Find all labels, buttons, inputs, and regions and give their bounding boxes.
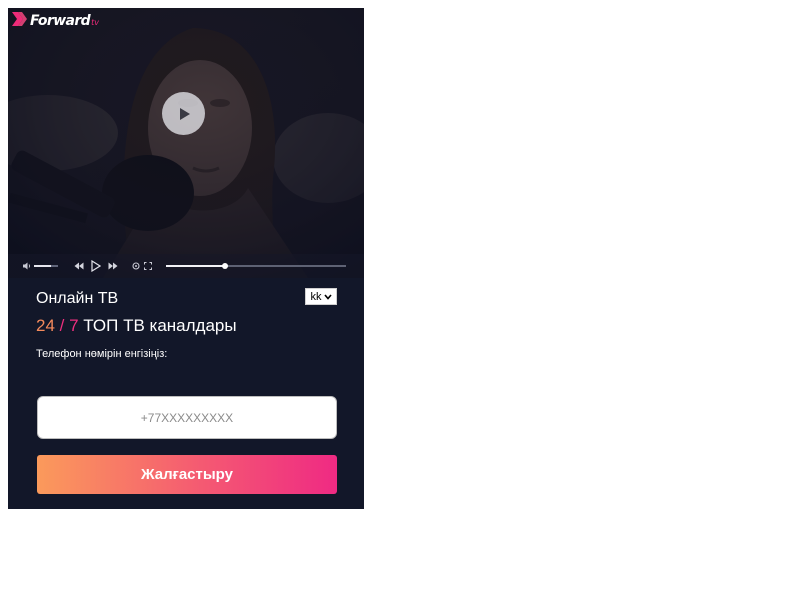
volume-slider[interactable] xyxy=(34,265,58,267)
progress-fill xyxy=(166,265,226,267)
language-select[interactable]: kk xyxy=(305,288,337,305)
logo-suffix: tv xyxy=(91,18,99,27)
settings-icon[interactable] xyxy=(132,262,140,270)
subtitle-slash: / xyxy=(54,316,70,335)
volume-icon[interactable] xyxy=(23,262,33,270)
play-button[interactable] xyxy=(162,92,205,135)
page-title: Онлайн ТВ xyxy=(36,290,119,307)
landing-panel: Forward tv Онлайн ТВ kk 24 / 7 ТОП ТВ ка… xyxy=(8,8,364,509)
progress-handle[interactable] xyxy=(222,263,229,269)
rewind-icon[interactable] xyxy=(74,262,84,270)
progress-bar[interactable] xyxy=(166,263,346,269)
video-controls xyxy=(8,254,364,278)
logo-chevron-icon xyxy=(12,12,27,26)
fullscreen-icon[interactable] xyxy=(144,262,152,270)
chevron-down-icon xyxy=(323,293,332,300)
volume-level xyxy=(34,265,51,267)
phone-field-label: Телефон нөмірін енгізіңіз: xyxy=(36,348,168,360)
subtitle: 24 / 7 ТОП ТВ каналдары xyxy=(36,316,237,336)
video-frame xyxy=(8,8,364,278)
continue-button[interactable]: Жалғастыру xyxy=(37,455,337,494)
subtitle-text: ТОП ТВ каналдары xyxy=(78,316,237,335)
language-selected-value: kk xyxy=(310,290,322,303)
play-icon[interactable] xyxy=(91,260,101,272)
phone-input[interactable] xyxy=(37,396,337,439)
play-large-icon xyxy=(179,107,190,120)
forward-tv-logo[interactable]: Forward tv xyxy=(12,11,99,29)
video-player[interactable]: Forward tv xyxy=(8,8,364,278)
subtitle-days: 7 xyxy=(69,316,79,335)
logo-wordmark: Forward xyxy=(30,13,91,29)
subtitle-hours: 24 xyxy=(36,316,55,335)
fast-forward-icon[interactable] xyxy=(108,262,118,270)
